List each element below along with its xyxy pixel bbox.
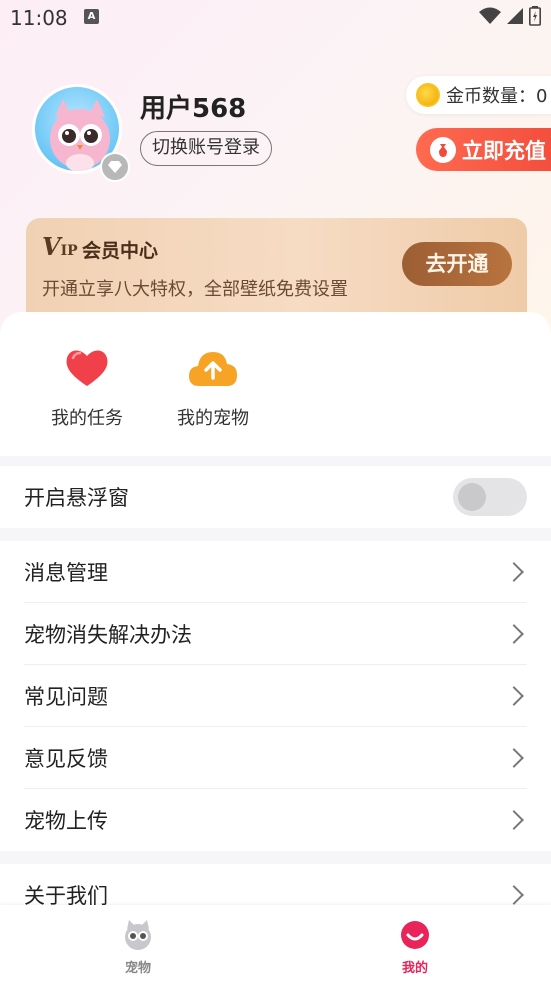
menu-item-pet-disappear-fix[interactable]: 宠物消失解决办法 [24, 603, 527, 665]
coin-icon [416, 83, 440, 107]
about-card: 关于我们 [0, 864, 551, 905]
menu-item-about-us[interactable]: 关于我们 [24, 864, 527, 905]
chevron-right-icon [504, 685, 524, 706]
coin-balance: 金币数量：0 [406, 76, 551, 114]
menu-item-label: 消息管理 [24, 560, 108, 585]
shortcut-my-pets[interactable]: 我的宠物 [158, 346, 268, 430]
shortcut-label: 我的宠物 [177, 408, 249, 429]
bottom-nav: 宠物 我的 [0, 905, 551, 984]
nav-label: 宠物 [124, 961, 151, 976]
floating-window-card: 开启悬浮窗 [0, 466, 551, 528]
chevron-right-icon [504, 561, 524, 582]
chevron-right-icon [504, 623, 524, 644]
nav-tab-pets[interactable]: 宠物 [98, 917, 178, 976]
menu-item-label: 常见问题 [24, 684, 108, 709]
menu-item-faq[interactable]: 常见问题 [24, 665, 527, 727]
switch-account-button[interactable]: 切换账号登录 [140, 131, 272, 166]
status-time: 11:08 [10, 6, 68, 30]
heart-icon [66, 350, 108, 386]
menu-item-label: 宠物上传 [24, 809, 108, 833]
vip-activate-button[interactable]: 去开通 [402, 242, 512, 286]
nav-tab-mine[interactable]: 我的 [375, 917, 455, 976]
menu-item-label: 宠物消失解决办法 [24, 622, 192, 647]
pet-icon [125, 920, 151, 950]
vip-logo: VIP [42, 232, 78, 261]
menu-item-label: 关于我们 [24, 884, 108, 905]
shortcut-panel: 我的任务 我的宠物 [0, 312, 551, 456]
shortcut-label: 我的任务 [51, 408, 123, 429]
menu-item-message-management[interactable]: 消息管理 [24, 541, 527, 603]
chevron-right-icon [504, 885, 524, 905]
battery-icon [529, 6, 541, 26]
coin-balance-label: 金币数量：0 [446, 86, 548, 107]
chevron-right-icon [504, 747, 524, 768]
menu-item-pet-upload[interactable]: 宠物上传 [24, 789, 527, 851]
vip-title: 会员中心 [82, 240, 159, 262]
menu-list: 消息管理 宠物消失解决办法 常见问题 意见反馈 宠物上传 [0, 541, 551, 851]
recharge-button[interactable]: 立即充值 [416, 128, 551, 171]
toggle-knob [458, 483, 486, 511]
menu-item-feedback[interactable]: 意见反馈 [24, 727, 527, 789]
wifi-icon [479, 7, 501, 24]
vip-description: 开通立享八大特权，全部壁纸免费设置 [42, 279, 348, 300]
cloud-upload-icon [189, 352, 237, 386]
shortcut-my-tasks[interactable]: 我的任务 [32, 346, 142, 430]
floating-window-label: 开启悬浮窗 [24, 486, 129, 510]
mine-icon [401, 921, 429, 949]
money-bag-icon [430, 136, 456, 163]
diamond-badge-icon [100, 152, 130, 182]
status-bar: 11:08 A [0, 0, 551, 34]
username: 用户568 [140, 94, 247, 124]
status-icons [479, 6, 541, 26]
nav-label: 我的 [401, 961, 428, 976]
menu-item-label: 意见反馈 [24, 746, 108, 771]
chevron-right-icon [504, 810, 524, 830]
notification-icon: A [84, 9, 99, 24]
signal-icon [507, 8, 523, 24]
floating-window-toggle[interactable] [453, 478, 527, 516]
recharge-label: 立即充值 [462, 138, 546, 163]
floating-window-row: 开启悬浮窗 [24, 466, 527, 528]
